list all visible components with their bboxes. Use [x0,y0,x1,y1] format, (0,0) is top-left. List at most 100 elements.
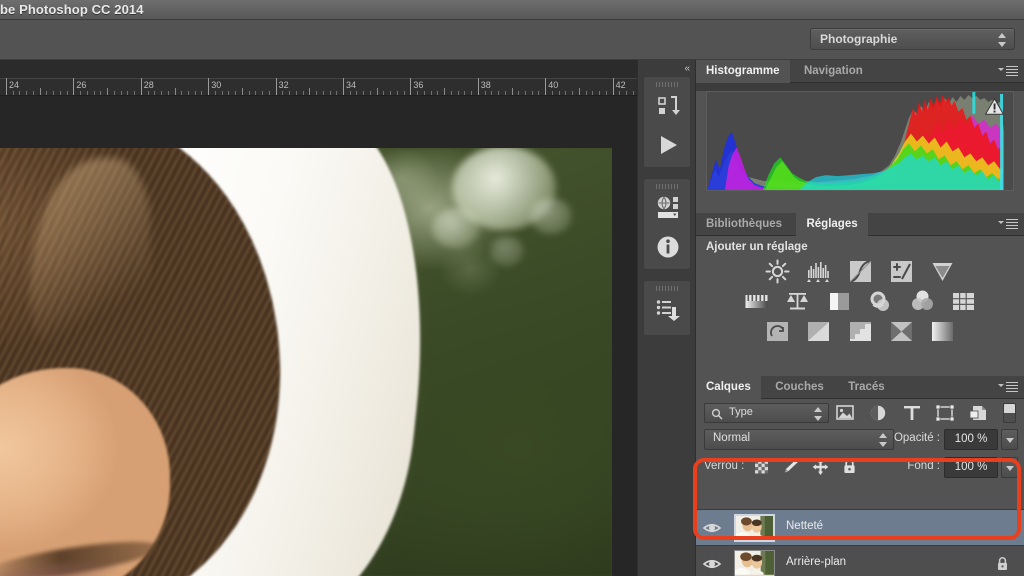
fill-label: Fond : [907,460,940,472]
history-actions-icon[interactable] [652,90,684,122]
ruler-tick-minor [498,91,499,95]
layers-panel: Type [696,399,1024,576]
ruler-label: 26 [76,80,86,90]
tab-couches[interactable]: Couches [765,376,834,399]
levels-icon[interactable] [805,258,832,285]
tab-navigation[interactable]: Navigation [794,60,873,83]
panel-grip-icon[interactable] [656,286,680,291]
layer-filter-type-select[interactable]: Type [704,403,829,423]
opacity-dropdown-button[interactable] [1001,429,1018,450]
photo-filter-icon[interactable] [867,288,894,315]
brightness-contrast-icon[interactable] [764,258,791,285]
tab-histogramme[interactable]: Histogramme [696,60,790,83]
lock-transparency-icon[interactable] [752,458,771,476]
opacity-input[interactable]: 100 % [944,429,998,450]
fill-dropdown-button[interactable] [1001,457,1018,478]
threshold-icon[interactable] [847,318,874,345]
ruler-tick-minor [46,91,47,95]
selective-color-icon[interactable] [888,318,915,345]
ruler-tick-minor [330,91,331,95]
ruler-tick-minor [134,91,135,95]
panel-menu-icon[interactable] [998,380,1018,394]
blend-mode-select[interactable]: Normal [704,429,894,450]
lock-image-pixels-icon[interactable] [781,458,800,476]
workspace-selector[interactable]: Photographie [810,28,1015,50]
gradient-map-icon[interactable] [929,318,956,345]
ruler-tick-minor [572,91,573,95]
histogram-graph[interactable] [706,91,1014,191]
fill-input[interactable]: 100 % [944,457,998,478]
ruler-tick-minor [356,91,357,95]
double-chevron-left-icon[interactable]: « [674,63,690,75]
filter-type-icon[interactable] [901,403,923,423]
document-image[interactable] [0,148,612,576]
updown-stepper-icon[interactable] [998,33,1007,47]
ruler-tick-minor [559,91,560,95]
ruler-tick-minor [431,91,432,95]
search-icon [711,408,723,420]
filter-enable-toggle-icon[interactable] [1003,403,1016,423]
canvas-area[interactable]: 24262830323436384042 [0,60,637,576]
ruler-tick-mid [512,88,513,95]
ruler-tick-minor [552,91,553,95]
blend-mode-row: Normal Opacité : 100 % [696,427,1024,455]
updown-stepper-icon[interactable] [879,433,888,447]
layers-tab-bar: Calques Couches Tracés [696,376,1024,399]
ruler-label: 40 [548,80,558,90]
ruler-tick-major [410,78,411,95]
blend-mode-value: Normal [713,432,750,444]
panel-grip-icon[interactable] [656,184,680,189]
adjustments-row [696,258,1024,288]
ruler-tick-mid [444,88,445,95]
filter-shape-icon[interactable] [934,403,956,423]
panel-grip-icon[interactable] [656,82,680,87]
tab-reglages[interactable]: Réglages [796,213,867,236]
play-icon[interactable] [652,129,684,161]
tab-calques[interactable]: Calques [696,376,761,399]
horizontal-ruler[interactable]: 24262830323436384042 [0,78,637,96]
layer-row[interactable]: Arrière-plan [696,546,1024,576]
curves-icon[interactable] [847,258,874,285]
title-bar: be Photoshop CC 2014 [0,0,1024,20]
filter-pixel-icon[interactable] [834,403,856,423]
hue-saturation-icon[interactable] [743,288,770,315]
lock-all-icon[interactable] [840,458,859,476]
info-icon[interactable] [652,231,684,263]
dock-group-info [643,178,691,270]
panel-menu-icon[interactable] [998,217,1018,231]
ruler-tick-minor [525,91,526,95]
color-balance-icon[interactable] [784,288,811,315]
layer-thumbnail [734,514,775,542]
channel-mixer-icon[interactable] [909,288,936,315]
ruler-tick-minor [592,91,593,95]
invert-icon[interactable] [764,318,791,345]
layer-comps-icon[interactable] [652,294,684,326]
updown-stepper-icon[interactable] [814,407,823,421]
vibrance-icon[interactable] [929,258,956,285]
exposure-icon[interactable] [888,258,915,285]
ruler-tick-minor [626,91,627,95]
ruler-tick-minor [619,91,620,95]
lock-icons [752,458,865,476]
lock-position-icon[interactable] [811,458,830,476]
ruler-tick-minor [370,91,371,95]
ruler-tick-minor [114,91,115,95]
ruler-tick-major [545,78,546,95]
histogram-panel [696,91,1024,213]
black-white-icon[interactable] [826,288,853,315]
layer-row[interactable]: Netteté [696,510,1024,546]
color-lookup-icon[interactable] [950,288,977,315]
eye-icon[interactable] [702,519,722,537]
tab-traces[interactable]: Tracés [838,376,894,399]
ruler-tick-minor [201,91,202,95]
tab-bibliotheques[interactable]: Bibliothèques [696,213,792,236]
posterize-icon[interactable] [805,318,832,345]
filter-smart-object-icon[interactable] [968,403,990,423]
ruler-label: 30 [211,80,221,90]
filter-adjustment-icon[interactable] [867,403,889,423]
ruler-tick-minor [154,91,155,95]
eye-icon[interactable] [702,555,722,573]
cached-data-warning-icon[interactable] [985,98,1004,115]
panel-menu-icon[interactable] [998,64,1018,78]
mini-bridge-icon[interactable] [652,192,684,224]
